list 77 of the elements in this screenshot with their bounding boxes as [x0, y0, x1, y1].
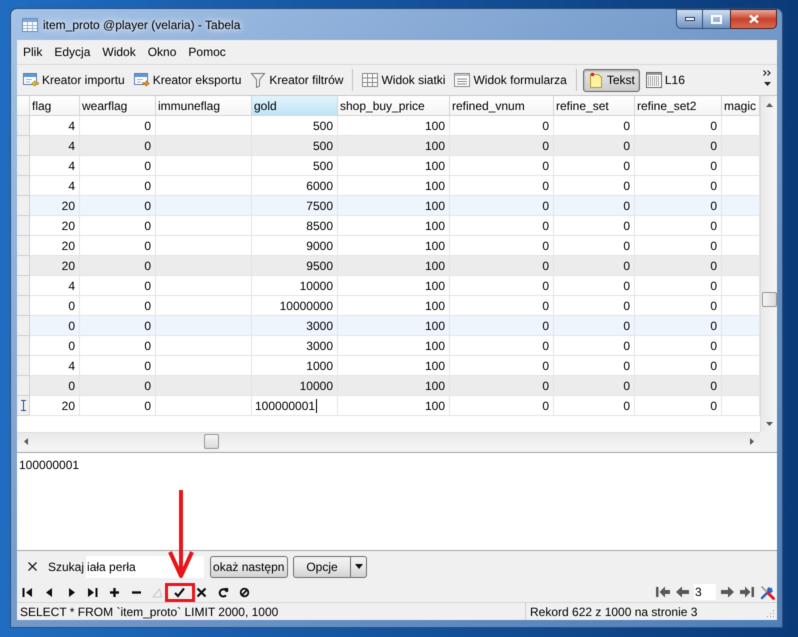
scrollbar-thumb[interactable] [204, 434, 219, 449]
text-caret-icon [316, 398, 318, 412]
arrow-left-icon[interactable] [675, 586, 689, 598]
form-icon [454, 72, 470, 88]
column-header[interactable]: wearflag [80, 96, 156, 116]
table-cell: 0 [635, 396, 722, 416]
menu-item[interactable]: Pomoc [182, 42, 232, 62]
table-cell: 100 [338, 396, 450, 416]
close-icon[interactable] [28, 562, 37, 571]
search-label: Szukaj [48, 558, 84, 576]
menu-item[interactable]: Edycja [48, 42, 96, 62]
note-icon [588, 72, 604, 88]
triangle-down-icon[interactable] [766, 422, 772, 426]
find-next-button[interactable]: okaż następn [210, 556, 288, 578]
arrow-right-icon[interactable] [721, 586, 735, 598]
grid-icon [362, 72, 378, 88]
cross-icon[interactable] [196, 586, 207, 598]
table-icon [22, 18, 38, 32]
record-status: Rekord 622 z 1000 na stronie 3 [529, 604, 698, 620]
column-header[interactable]: magic [722, 96, 760, 116]
cell-editor[interactable]: 100000001 [252, 396, 338, 416]
column-header[interactable]: refined_vnum [450, 96, 554, 116]
options-button[interactable]: Opcje [293, 556, 352, 578]
minimize-icon [684, 17, 694, 21]
triangle-right-icon[interactable] [750, 438, 754, 445]
dotted-grid-icon [646, 72, 662, 88]
window-title: item_proto @player (velaria) - Tabela [43, 16, 240, 34]
i-beam-icon [20, 400, 26, 411]
table-cell: 0 [554, 396, 635, 416]
maximize-icon [711, 14, 722, 24]
toolbar-button[interactable]: Kreator filtrów [247, 68, 346, 92]
menu-item[interactable]: Okno [142, 42, 182, 62]
funnel-icon [250, 72, 266, 88]
column-header[interactable]: refine_set [554, 96, 635, 116]
search-field[interactable]: iała perła [86, 556, 204, 578]
toolbar-button[interactable]: Tekst [582, 68, 640, 92]
triangle-left-icon[interactable] [24, 438, 28, 445]
menu-item[interactable]: Plik [17, 42, 48, 62]
chevron-icon[interactable] [763, 70, 771, 76]
dropdown-button[interactable] [351, 556, 368, 578]
toolbar-button[interactable]: L16 [642, 68, 688, 92]
caret-icon [354, 564, 363, 569]
bar-arrow-right-icon[interactable] [740, 586, 754, 598]
close-icon [748, 14, 760, 24]
check-icon[interactable] [174, 586, 186, 598]
table-cell: 0 [80, 396, 156, 416]
column-header[interactable]: flag [30, 96, 80, 116]
skip-to-end-icon[interactable] [87, 586, 98, 598]
query-text: SELECT * FROM `item_proto` LIMIT 2000, 1000 [17, 603, 526, 620]
minimize-button[interactable] [676, 9, 703, 29]
caret-icon[interactable] [764, 82, 770, 86]
size-grip-icon[interactable] [766, 609, 775, 618]
toolbar-button[interactable]: Widok formularza [451, 68, 570, 92]
column-header[interactable]: immuneflag [156, 96, 252, 116]
toolbar-button[interactable]: Widok siatki [359, 68, 448, 92]
refresh-icon[interactable] [218, 586, 229, 598]
wrench-screwdriver-icon[interactable] [759, 584, 776, 600]
close-button[interactable] [730, 9, 777, 29]
row-header[interactable] [17, 396, 30, 416]
column-header[interactable]: refine_set2 [635, 96, 722, 116]
scrollbar-thumb[interactable] [762, 292, 776, 307]
text-area[interactable]: 100000001 [17, 452, 777, 551]
maximize-button[interactable] [703, 9, 730, 29]
column-header[interactable]: gold [252, 96, 338, 116]
column-header[interactable]: shop_buy_price [338, 96, 450, 116]
slashed-circle-icon[interactable] [239, 586, 250, 598]
toolbar-button[interactable]: Kreator eksportu [130, 68, 244, 92]
table-cell: 0 [450, 396, 554, 416]
menu-item[interactable]: Widok [96, 42, 142, 62]
skip-to-start-icon[interactable] [22, 586, 34, 598]
table-cell: 20 [30, 396, 80, 416]
page-field[interactable]: 3 [694, 584, 716, 600]
highlight-frame [165, 583, 195, 602]
bar-arrow-left-icon[interactable] [656, 586, 670, 598]
toolbar-button[interactable]: Kreator importu [20, 68, 128, 92]
plus-icon[interactable] [109, 586, 120, 598]
triangle-up-icon[interactable] [766, 102, 772, 106]
